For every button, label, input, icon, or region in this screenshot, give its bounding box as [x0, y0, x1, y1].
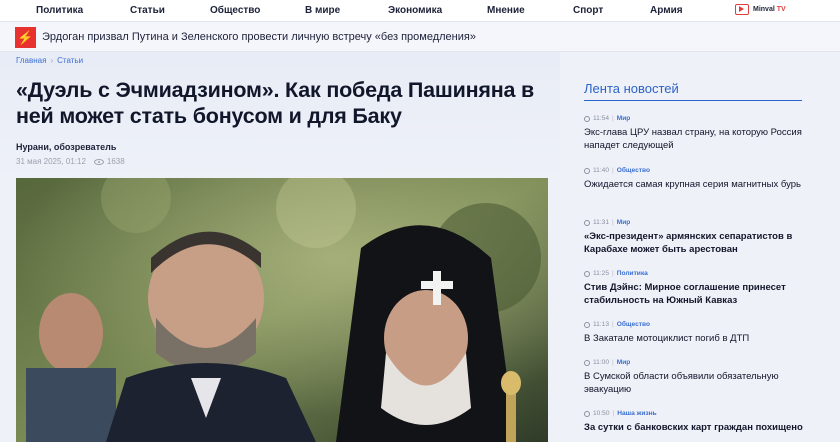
- news-item[interactable]: 11:40 | Общество Ожидается самая крупная с…: [584, 167, 804, 191]
- article-title: «Дуэль с Эчмиадзином». Как победа Пашиня…: [16, 78, 535, 128]
- news-category[interactable]: Мир: [617, 115, 631, 122]
- news-time: 11:40: [593, 167, 610, 174]
- breaking-news-bar: ⚡ Эрдоган призвал Путина и Зеленского пр…: [0, 22, 840, 52]
- nav-item-army[interactable]: Армия: [650, 5, 683, 16]
- lightning-icon: ⚡: [15, 27, 36, 48]
- breadcrumb-section[interactable]: Статьи: [57, 56, 83, 65]
- article-meta: 31 мая 2025, 01:12 1638: [16, 157, 125, 166]
- nav-item-opinion[interactable]: Мнение: [487, 5, 525, 16]
- breadcrumb-home[interactable]: Главная: [16, 56, 46, 65]
- article-photo: [16, 178, 548, 442]
- news-headline[interactable]: Экс-глава ЦРУ назвал страну, на которую …: [584, 126, 804, 152]
- news-category[interactable]: Политика: [617, 270, 648, 277]
- news-headline[interactable]: В Сумской области объявили обязательную …: [584, 370, 804, 396]
- news-item[interactable]: 10:50 | Наша жизнь За сутки с банковских к…: [584, 410, 804, 434]
- tv-suffix: TV: [776, 6, 786, 13]
- article-views: 1638: [106, 157, 125, 166]
- sidebar-divider: [584, 100, 802, 101]
- article-author[interactable]: Нурани, обозреватель: [16, 142, 116, 152]
- news-item[interactable]: 11:31 | Мир «Экс-президент» армянских сепа…: [584, 219, 804, 256]
- clock-icon: [584, 270, 590, 277]
- tv-brand: Minval: [753, 6, 775, 13]
- news-category[interactable]: Общество: [617, 167, 650, 174]
- clock-icon: [584, 115, 590, 122]
- news-category[interactable]: Наша жизнь: [617, 410, 656, 417]
- clock-icon: [584, 410, 590, 417]
- news-time: 11:31: [593, 219, 610, 226]
- news-headline[interactable]: Стив Дэйнс: Мирное соглашение принесет с…: [584, 281, 804, 307]
- article-date: 31 мая 2025, 01:12: [16, 157, 86, 166]
- breadcrumb: Главная › Статьи: [16, 56, 83, 65]
- news-category[interactable]: Мир: [617, 219, 631, 226]
- news-headline[interactable]: За сутки с банковских карт граждан похищ…: [584, 421, 804, 434]
- news-time: 10:50: [593, 410, 610, 417]
- news-time: 11:25: [593, 270, 610, 277]
- news-headline[interactable]: «Экс-президент» армянских сепаратистов в…: [584, 230, 804, 256]
- photo-illustration: [16, 178, 548, 442]
- news-item[interactable]: 11:25 | Политика Стив Дэйнс: Мирное соглаш…: [584, 270, 804, 307]
- nav-item-society[interactable]: Общество: [210, 5, 260, 16]
- clock-icon: [584, 321, 590, 328]
- nav-item-world[interactable]: В мире: [305, 5, 340, 16]
- breaking-headline[interactable]: Эрдоган призвал Путина и Зеленского пров…: [42, 31, 476, 43]
- nav-item-economy[interactable]: Экономика: [388, 5, 442, 16]
- breadcrumb-separator: ›: [50, 56, 54, 65]
- clock-icon: [584, 359, 590, 366]
- news-category[interactable]: Общество: [617, 321, 650, 328]
- news-time: 11:00: [593, 359, 610, 366]
- news-headline[interactable]: Ожидается самая крупная серия магнитных …: [584, 178, 804, 191]
- minval-tv-link[interactable]: Minval TV: [735, 4, 786, 15]
- nav-item-politics[interactable]: Политика: [36, 5, 83, 16]
- clock-icon: [584, 167, 590, 174]
- news-item[interactable]: 11:00 | Мир В Сумской области объявили обя…: [584, 359, 804, 396]
- news-headline[interactable]: В Закатале мотоциклист погиб в ДТП: [584, 332, 804, 345]
- clock-icon: [584, 219, 590, 226]
- nav-item-sport[interactable]: Спорт: [573, 5, 603, 16]
- news-item[interactable]: 11:13 | Общество В Закатале мотоциклист по…: [584, 321, 804, 345]
- nav-item-articles[interactable]: Статьи: [130, 5, 165, 16]
- news-time: 11:13: [593, 321, 610, 328]
- news-category[interactable]: Мир: [617, 359, 631, 366]
- play-icon: [735, 4, 749, 15]
- eye-icon: [93, 158, 104, 165]
- sidebar-title[interactable]: Лента новостей: [584, 81, 679, 96]
- news-item[interactable]: 11:54 | Мир Экс-глава ЦРУ назвал страну, н…: [584, 115, 804, 152]
- news-time: 11:54: [593, 115, 610, 122]
- top-navigation: Политика Статьи Общество В мире Экономик…: [0, 0, 840, 22]
